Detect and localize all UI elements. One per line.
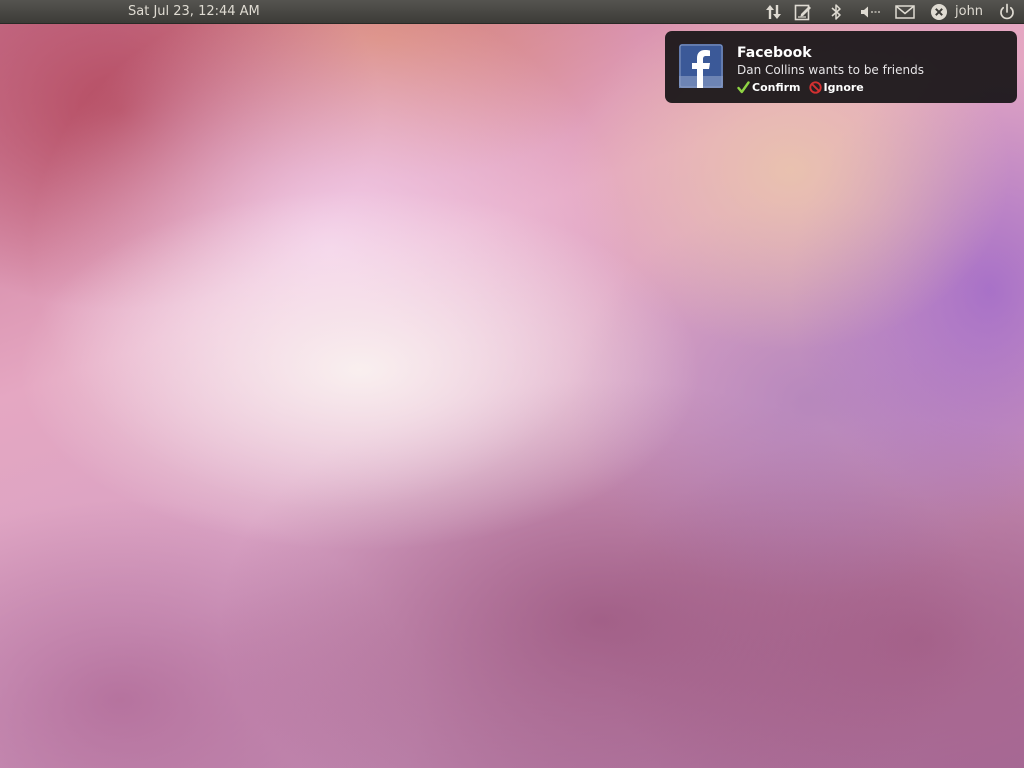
notes-icon[interactable] bbox=[792, 2, 814, 22]
network-icon[interactable] bbox=[763, 2, 785, 22]
volume-icon[interactable] bbox=[858, 2, 884, 22]
notification-body: Dan Collins wants to be friends bbox=[737, 63, 924, 77]
facebook-icon bbox=[679, 44, 723, 88]
notification-bubble: Facebook Dan Collins wants to be friends… bbox=[665, 31, 1017, 103]
ignore-label: Ignore bbox=[823, 81, 864, 94]
confirm-button[interactable]: Confirm bbox=[737, 81, 801, 94]
no-entry-icon bbox=[808, 81, 822, 94]
confirm-label: Confirm bbox=[752, 81, 801, 94]
checkmark-icon bbox=[737, 81, 750, 94]
bluetooth-icon[interactable] bbox=[828, 2, 844, 22]
top-panel: Sat Jul 23, 12:44 AM john bbox=[0, 0, 1024, 24]
user-status-icon[interactable] bbox=[929, 2, 949, 22]
mail-icon[interactable] bbox=[894, 2, 916, 22]
power-icon[interactable] bbox=[997, 2, 1017, 22]
clock[interactable]: Sat Jul 23, 12:44 AM bbox=[128, 4, 260, 20]
notification-actions: Confirm Ignore bbox=[737, 81, 864, 94]
username-label[interactable]: john bbox=[955, 4, 983, 20]
ignore-button[interactable]: Ignore bbox=[808, 81, 864, 94]
notification-title: Facebook bbox=[737, 45, 812, 61]
desktop-wallpaper: Sat Jul 23, 12:44 AM john Facebook Dan C… bbox=[0, 0, 1024, 768]
